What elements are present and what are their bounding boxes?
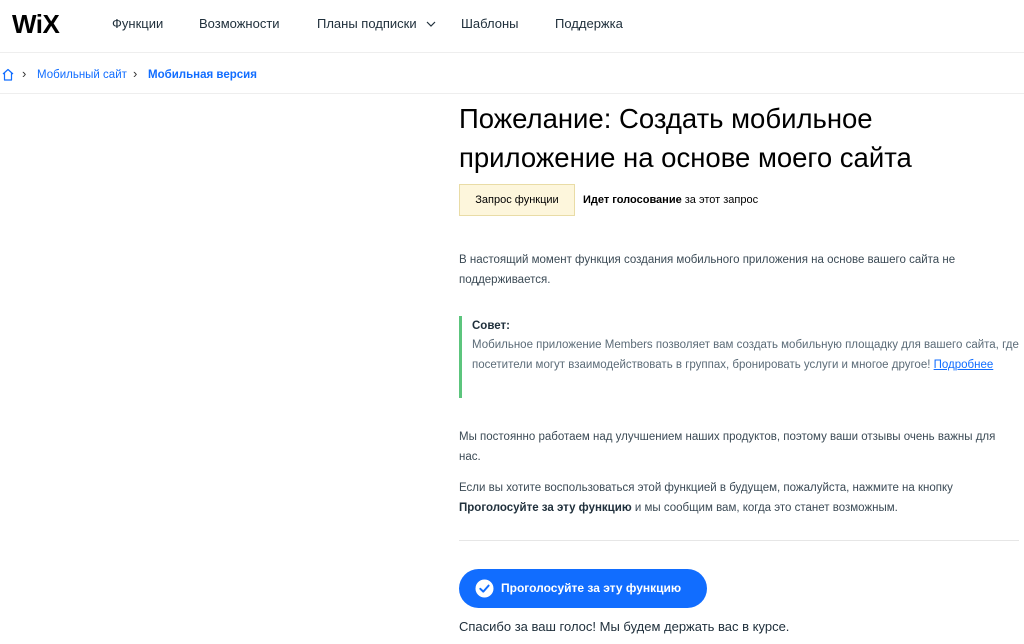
thanks-message: Спасибо за ваш голос! Мы будем держать в…	[459, 619, 790, 634]
vote-instruction-after: и мы сообщим вам, когда это станет возмо…	[631, 502, 898, 514]
breadcrumb: › Мобильный сайт › Мобильная версия	[0, 62, 1024, 94]
feature-request-badge: Запрос функции	[459, 184, 575, 216]
nav-item-features[interactable]: Функции	[112, 16, 163, 32]
voting-status: Идет голосование за этот запрос	[583, 193, 758, 207]
chevron-down-icon[interactable]	[425, 16, 437, 32]
tip-box: Совет: Мобильное приложение Members позв…	[459, 316, 1019, 398]
intro-text: В настоящий момент функция создания моби…	[459, 254, 956, 286]
top-navigation: WiX Функции Возможности Планы подписки Ш…	[0, 0, 1024, 53]
vote-instruction-text: Если вы хотите воспользоваться этой функ…	[459, 478, 1019, 518]
divider	[459, 540, 1019, 541]
chevron-right-icon: ›	[22, 66, 27, 81]
breadcrumb-mobile-site[interactable]: Мобильный сайт	[37, 68, 127, 82]
vote-instruction-before: Если вы хотите воспользоваться этой функ…	[459, 482, 953, 494]
check-circle-icon	[475, 579, 494, 598]
home-icon[interactable]	[1, 68, 15, 81]
voting-status-rest: за этот запрос	[681, 194, 759, 206]
wix-logo[interactable]: WiX	[12, 10, 60, 38]
nav-item-support[interactable]: Поддержка	[555, 16, 623, 32]
nav-item-capabilities[interactable]: Возможности	[199, 16, 280, 32]
chevron-right-icon: ›	[133, 66, 138, 81]
vote-instruction-bold: Проголосуйте за эту функцию	[459, 502, 632, 514]
breadcrumb-mobile-version[interactable]: Мобильная версия	[148, 68, 257, 82]
tip-text: Мобильное приложение Members позволяет в…	[472, 336, 1019, 375]
learn-more-link[interactable]: Подробнее	[934, 359, 994, 371]
vote-button[interactable]: Проголосуйте за эту функцию	[459, 569, 707, 608]
nav-item-templates[interactable]: Шаблоны	[461, 16, 519, 32]
page-title: Пожелание: Создать мобильное приложение …	[459, 103, 912, 173]
vote-button-label: Проголосуйте за эту функцию	[501, 581, 682, 595]
tip-title: Совет:	[472, 320, 510, 332]
feedback-text: Мы постоянно работаем над улучшением наш…	[459, 431, 996, 463]
voting-status-bold: Идет голосование	[583, 194, 682, 206]
nav-item-plans[interactable]: Планы подписки	[317, 16, 417, 32]
